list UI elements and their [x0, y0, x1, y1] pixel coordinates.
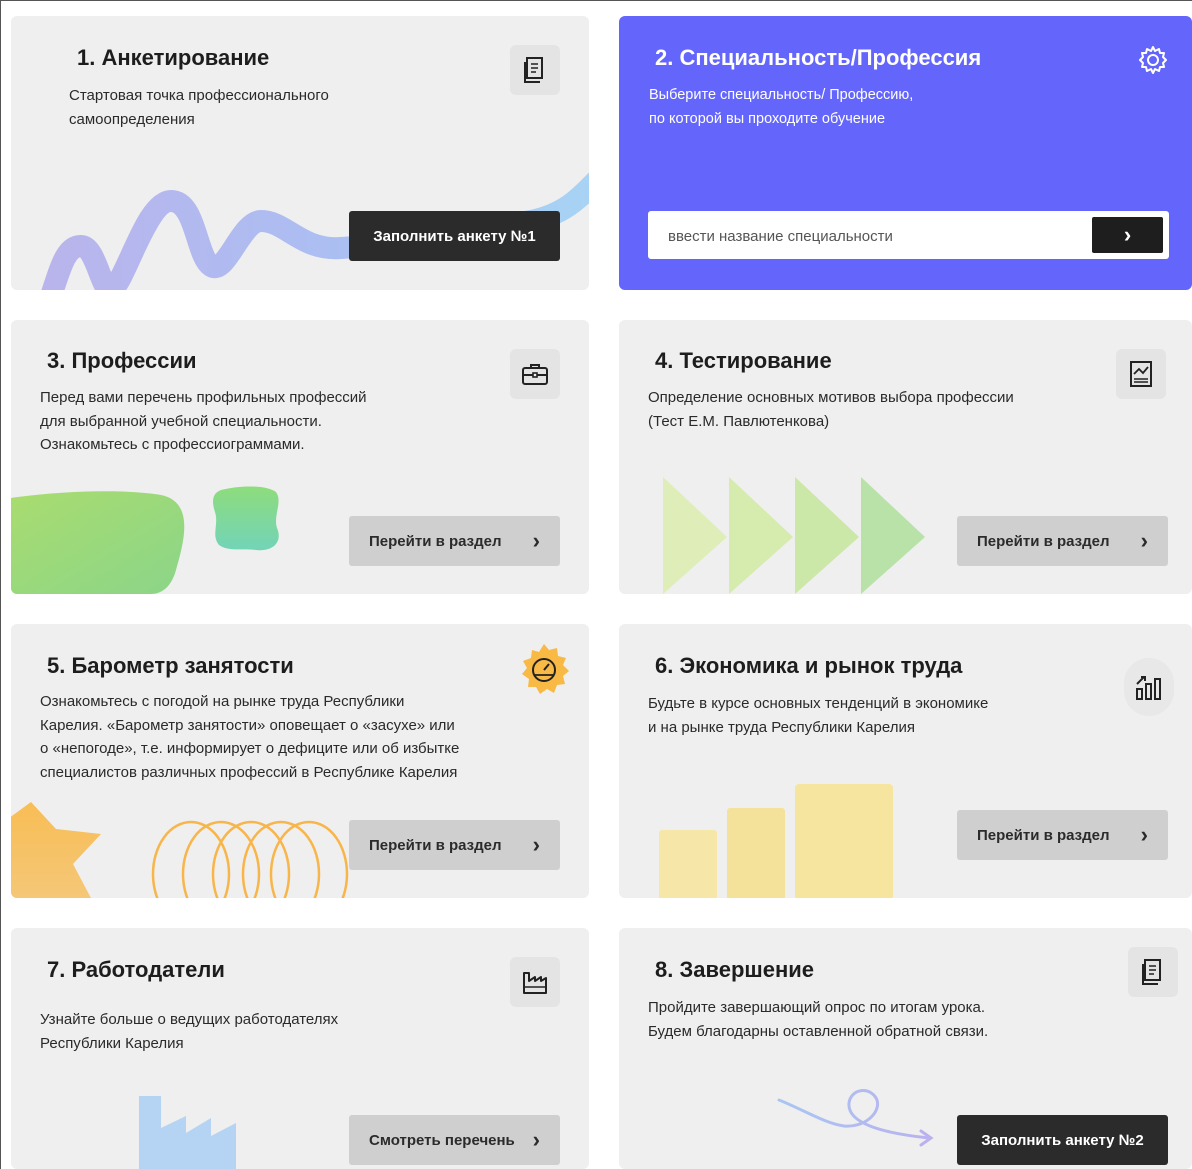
desc-line: специалистов различных профессий в Респу… — [40, 763, 458, 781]
desc-line: о «непогоде», т.е. информирует о дефицит… — [40, 740, 460, 757]
card-title: 3. Профессии — [47, 348, 197, 373]
barometer-icon — [516, 642, 572, 698]
card-questionnaire: 1. Анкетирование Стартовая точка професс… — [11, 16, 589, 290]
specialty-submit-button[interactable]: › — [1092, 217, 1163, 253]
chevron-right-icon: › — [532, 528, 540, 553]
card-description: Будьте в курсе основных тенденций в экон… — [648, 692, 988, 739]
card-description: Стартовая точка профессионального самооп… — [69, 84, 329, 131]
chart-document-icon — [1116, 349, 1166, 399]
desc-line: Узнайте больше о ведущих работодателях — [40, 1011, 339, 1028]
desc-line: Республики Карелия — [40, 1034, 184, 1052]
desc-line: Будем благодарны оставленной обратной св… — [648, 1022, 989, 1040]
desc-line: Карелия. «Барометр занятости» оповещает … — [40, 716, 455, 734]
desc-line: для выбранной учебной специальности. — [40, 412, 322, 430]
desc-line: и на рынке труда Республики Карелия — [648, 718, 915, 736]
card-completion: 8. Завершение Пройдите завершающий опрос… — [619, 928, 1192, 1169]
document-icon — [510, 45, 560, 95]
desc-line: Ознакомьтесь с профессиограммами. — [40, 436, 305, 453]
button-label: Перейти в раздел — [369, 532, 502, 550]
desc-line: (Тест Е.М. Павлютенкова) — [648, 412, 830, 430]
card-title: 8. Завершение — [655, 957, 815, 982]
briefcase-icon — [510, 349, 560, 399]
card-title: 2. Специальность/Профессия — [655, 45, 982, 70]
card-employers: 7. Работодатели Узнайте больше о ведущих… — [11, 928, 589, 1169]
chevron-right-icon: › — [1140, 822, 1148, 847]
button-label: Перейти в раздел — [977, 532, 1110, 550]
button-label: Перейти в раздел — [977, 826, 1110, 844]
desc-line: Ознакомьтесь с погодой на рынке труда Ре… — [40, 693, 405, 710]
go-to-section-button[interactable]: Перейти в раздел › — [349, 820, 560, 870]
desc-line: Стартовая точка профессионального — [69, 87, 329, 104]
chevron-right-icon: › — [532, 1127, 540, 1152]
desc-line: по которой вы проходите обучение — [649, 110, 886, 127]
document-icon — [1128, 947, 1178, 997]
card-title: 1. Анкетирование — [77, 45, 270, 70]
desc-line: Будьте в курсе основных тенденций в экон… — [648, 695, 989, 712]
chevron-right-icon: › — [1123, 222, 1132, 247]
fill-questionnaire-1-button[interactable]: Заполнить анкету №1 — [349, 211, 560, 261]
gear-icon[interactable] — [1137, 44, 1169, 76]
card-specialty: 2. Специальность/Профессия Выберите спец… — [619, 16, 1192, 290]
factory-icon — [510, 957, 560, 1007]
card-title: 7. Работодатели — [47, 957, 225, 982]
desc-line: самоопределения — [69, 110, 195, 128]
go-to-section-button[interactable]: Перейти в раздел › — [349, 516, 560, 566]
button-label: Перейти в раздел — [369, 836, 502, 854]
desc-line: Пройдите завершающий опрос по итогам уро… — [648, 999, 986, 1016]
card-description: Пройдите завершающий опрос по итогам уро… — [648, 996, 988, 1043]
growth-chart-icon — [1124, 658, 1174, 716]
fill-questionnaire-2-button[interactable]: Заполнить анкету №2 — [957, 1115, 1168, 1165]
card-employment-barometer: 5. Барометр занятости Ознакомьтесь с пог… — [11, 624, 589, 898]
card-description: Выберите специальность/ Профессию, по ко… — [649, 84, 913, 131]
card-description: Узнайте больше о ведущих работодателях Р… — [40, 1008, 338, 1055]
card-testing: 4. Тестирование Определение основных мот… — [619, 320, 1192, 594]
specialty-input[interactable] — [648, 211, 1110, 261]
card-economy-labor-market: 6. Экономика и рынок труда Будьте в курс… — [619, 624, 1192, 898]
card-title: 6. Экономика и рынок труда — [655, 653, 963, 678]
desc-line: Определение основных мотивов выбора проф… — [648, 389, 1014, 406]
card-description: Определение основных мотивов выбора проф… — [648, 386, 1014, 433]
specialty-search-field: › — [648, 211, 1169, 261]
card-title: 4. Тестирование — [655, 348, 832, 373]
chevron-right-icon: › — [532, 832, 540, 857]
card-title: 5. Барометр занятости — [47, 653, 294, 678]
view-list-button[interactable]: Смотреть перечень › — [349, 1115, 560, 1165]
button-label: Смотреть перечень — [369, 1131, 515, 1149]
go-to-section-button[interactable]: Перейти в раздел › — [957, 810, 1168, 860]
card-description: Ознакомьтесь с погодой на рынке труда Ре… — [40, 690, 459, 784]
desc-line: Выберите специальность/ Профессию, — [649, 87, 914, 103]
chevron-right-icon: › — [1140, 528, 1148, 553]
desc-line: Перед вами перечень профильных профессий — [40, 389, 367, 406]
card-description: Перед вами перечень профильных профессий… — [40, 386, 367, 457]
card-professions: 3. Профессии Перед вами перечень профиль… — [11, 320, 589, 594]
go-to-section-button[interactable]: Перейти в раздел › — [957, 516, 1168, 566]
